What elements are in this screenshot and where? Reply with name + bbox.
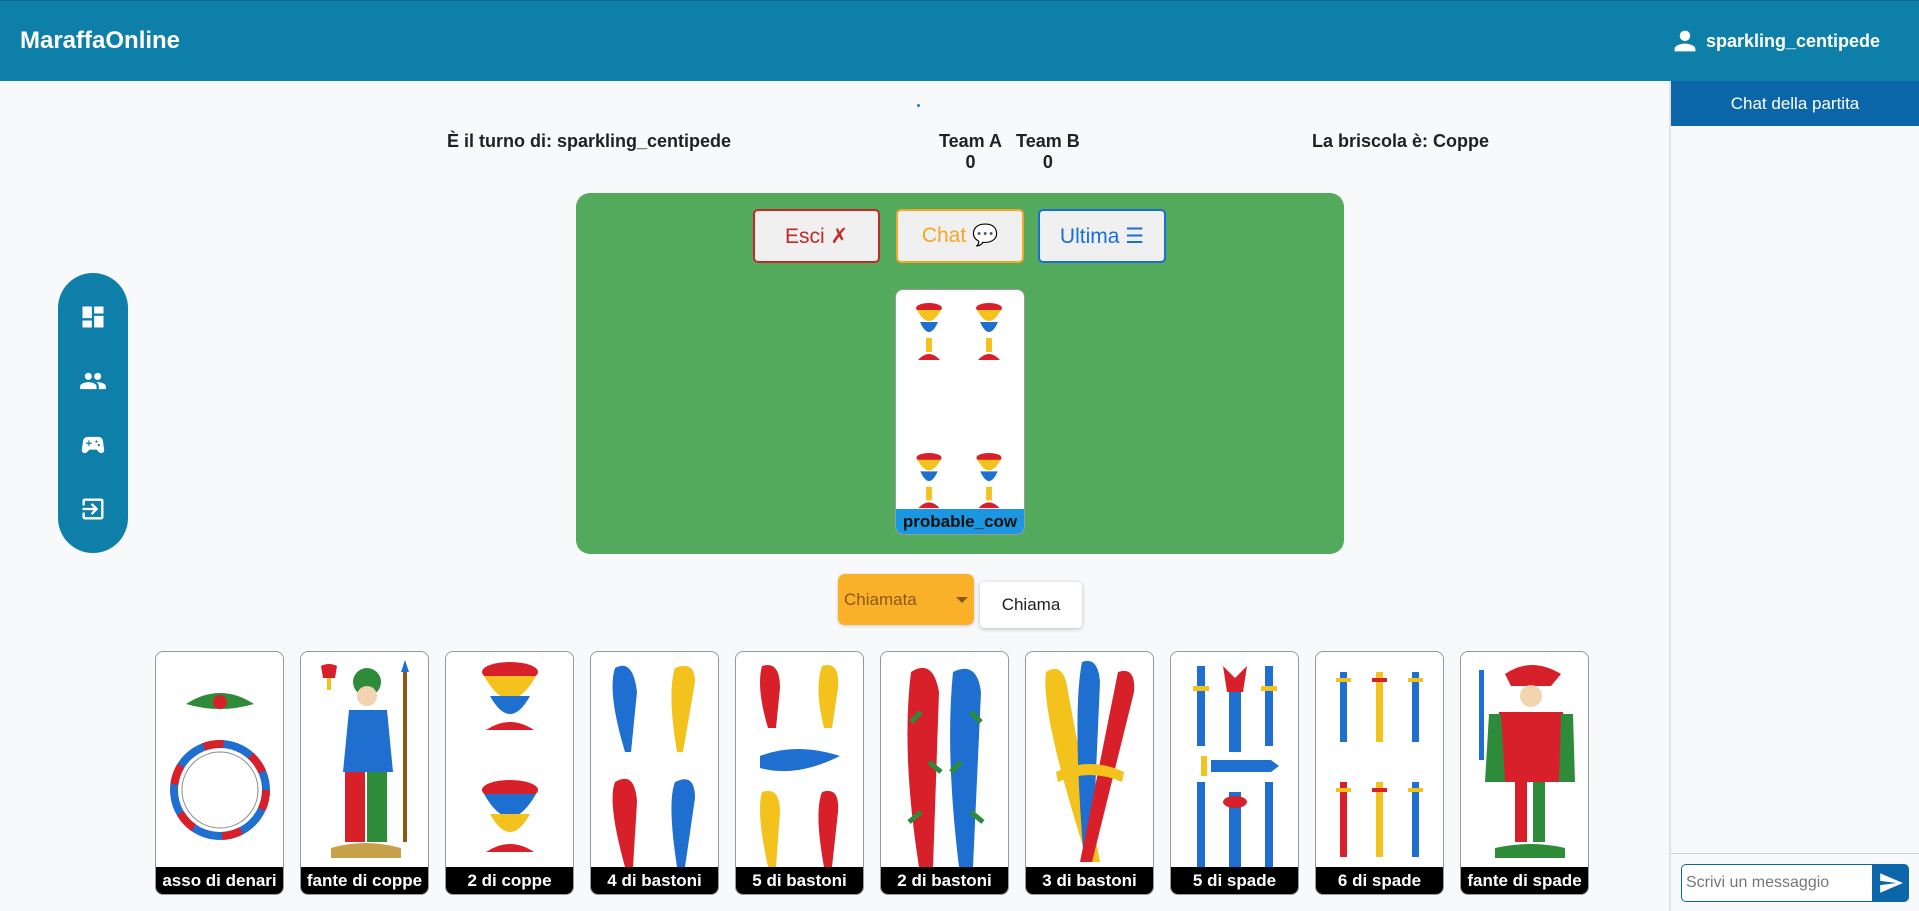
card-label: 3 di bastoni — [1026, 867, 1153, 894]
team-b: Team B 0 — [1016, 131, 1080, 173]
cup-icon — [482, 662, 538, 852]
spade-sword-icon — [1336, 672, 1423, 857]
team-name: Team A — [939, 131, 1003, 151]
bastoni-club-icon — [907, 667, 985, 867]
hand-card[interactable]: fante di coppe — [300, 651, 429, 895]
exit-button[interactable]: Esci ✗ — [753, 209, 880, 263]
hand-card[interactable]: 4 di bastoni — [590, 651, 719, 895]
card-label: 2 di bastoni — [881, 867, 1008, 894]
dashboard-icon[interactable] — [77, 301, 109, 333]
played-card: probable_cow — [895, 289, 1025, 535]
card-label: asso di denari — [156, 867, 283, 894]
person-icon — [1674, 30, 1696, 52]
fante-figure-icon — [321, 660, 409, 858]
briscola-indicator: La briscola è: Coppe — [1312, 131, 1490, 151]
chat-footer — [1671, 853, 1919, 911]
send-icon — [1880, 872, 1903, 893]
fante-figure-icon — [1479, 665, 1575, 858]
cup-icon — [916, 452, 942, 509]
spade-sword-icon — [1193, 666, 1279, 867]
chevron-down-icon — [956, 597, 968, 603]
hand-card[interactable]: 6 di spade — [1315, 651, 1444, 895]
bastoni-club-icon — [612, 665, 695, 867]
app-header: MaraffaOnline sparkling_centipede — [0, 0, 1919, 81]
logout-icon[interactable] — [77, 493, 109, 525]
gamepad-icon[interactable] — [77, 429, 109, 461]
chat-message-input[interactable] — [1681, 863, 1873, 902]
card-label: 2 di coppe — [446, 867, 573, 894]
username: sparkling_centipede — [1705, 30, 1880, 51]
call-button[interactable]: Chiama — [980, 582, 1082, 628]
scoreboard: Team A 0 Team B 0 — [939, 131, 1080, 173]
team-a: Team A 0 — [939, 131, 1002, 173]
send-button[interactable] — [1873, 863, 1909, 902]
card-label: 5 di bastoni — [736, 867, 863, 894]
chat-panel: Chat della partita — [1669, 81, 1919, 911]
bastoni-club-icon — [1045, 660, 1135, 862]
hand-card[interactable]: 5 di bastoni — [735, 651, 864, 895]
cup-icon — [976, 303, 1002, 360]
card-label: 4 di bastoni — [591, 867, 718, 894]
last-trick-button[interactable]: Ultima ☰ — [1038, 209, 1166, 263]
turn-indicator: È il turno di: sparkling_centipede — [447, 131, 732, 151]
chat-title: Chat della partita — [1671, 81, 1919, 126]
card-label: 5 di spade — [1171, 867, 1298, 894]
hand-card[interactable]: asso di denari — [155, 651, 284, 895]
denari-coin-icon — [170, 693, 270, 840]
hand-card[interactable]: 2 di bastoni — [880, 651, 1009, 895]
user-menu[interactable]: sparkling_centipede — [1672, 28, 1880, 54]
card-label: 6 di spade — [1316, 867, 1443, 894]
call-select[interactable]: Chiamata — [838, 574, 974, 625]
card-label: fante di spade — [1461, 867, 1588, 894]
call-select-value: Chiamata — [844, 589, 917, 609]
cup-icon — [916, 303, 942, 360]
chat-button[interactable]: Chat 💬 — [896, 209, 1024, 263]
people-icon[interactable] — [77, 365, 109, 397]
player-hand: asso di denari fante di coppe 2 di coppe… — [155, 651, 1589, 895]
cup-icon — [976, 452, 1002, 509]
team-score: 0 — [965, 152, 976, 172]
hand-card[interactable]: fante di spade — [1460, 651, 1589, 895]
loading-indicator — [917, 104, 920, 107]
bastoni-club-icon — [760, 664, 840, 867]
game-table: Esci ✗ Chat 💬 Ultima ☰ probable_cow — [576, 193, 1344, 554]
team-score: 0 — [1042, 152, 1053, 172]
app-title[interactable]: MaraffaOnline — [20, 27, 180, 55]
hand-card[interactable]: 5 di spade — [1170, 651, 1299, 895]
card-label: fante di coppe — [301, 867, 428, 894]
side-nav — [58, 273, 128, 553]
hand-card[interactable]: 3 di bastoni — [1025, 651, 1154, 895]
team-name: Team B — [1016, 131, 1080, 151]
hand-card[interactable]: 2 di coppe — [445, 651, 574, 895]
played-card-owner: probable_cow — [896, 509, 1024, 534]
